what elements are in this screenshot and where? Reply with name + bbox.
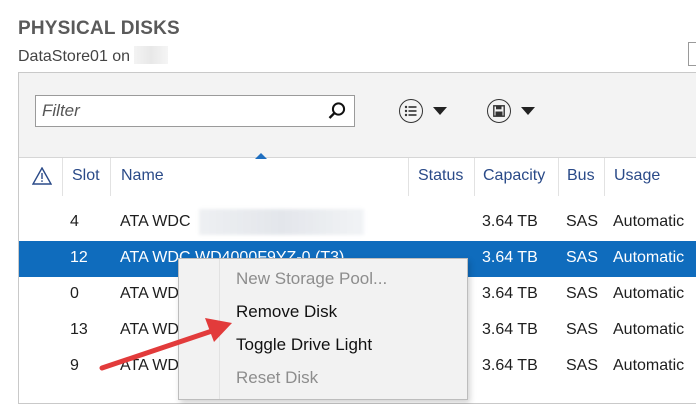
column-header-row: Slot Name Status Capacity Bus Usage: [19, 153, 696, 196]
cell-usage: Automatic: [613, 213, 685, 230]
list-view-icon: [399, 99, 423, 123]
cell-name: ATA WD: [120, 285, 179, 302]
redacted-server-name: [134, 46, 169, 64]
column-bus[interactable]: Bus: [567, 167, 595, 185]
cell-bus: SAS: [566, 213, 599, 230]
cell-capacity: 3.64 TB: [482, 321, 538, 338]
redacted-name: [199, 209, 364, 235]
column-slot[interactable]: Slot: [72, 167, 100, 185]
tasks-button[interactable]: [688, 42, 696, 66]
column-capacity[interactable]: Capacity: [483, 167, 545, 185]
chevron-down-icon: [433, 107, 447, 115]
menu-gutter: [179, 259, 220, 399]
cell-slot: 4: [70, 213, 79, 230]
cell-bus: SAS: [566, 249, 599, 266]
column-usage[interactable]: Usage: [614, 167, 660, 185]
cell-capacity: 3.64 TB: [482, 213, 538, 230]
cell-name: ATA WDC: [120, 213, 191, 230]
page-title: PHYSICAL DISKS: [18, 18, 180, 39]
column-status[interactable]: Status: [418, 167, 463, 185]
cell-name: ATA WD: [120, 321, 179, 338]
cell-capacity: 3.64 TB: [482, 285, 538, 302]
toolbar: [19, 73, 696, 157]
save-icon: [487, 99, 511, 123]
menu-item-toggle-drive-light[interactable]: Toggle Drive Light: [236, 335, 372, 355]
filter-input[interactable]: [36, 96, 322, 126]
cell-usage: Automatic: [613, 285, 685, 302]
cell-name: ATA WD: [120, 357, 179, 374]
cell-slot: 13: [70, 321, 88, 338]
table-row[interactable]: 4 ATA WDC 3.64 TB SAS Automatic: [19, 205, 696, 241]
cell-slot: 9: [70, 357, 79, 374]
context-menu: New Storage Pool... Remove Disk Toggle D…: [178, 258, 468, 400]
cell-usage: Automatic: [613, 321, 685, 338]
menu-item-reset-disk[interactable]: Reset Disk: [236, 368, 318, 388]
cell-capacity: 3.64 TB: [482, 357, 538, 374]
search-icon[interactable]: [327, 101, 347, 121]
cell-bus: SAS: [566, 321, 599, 338]
filter-box[interactable]: [35, 95, 355, 127]
warning-icon: [31, 166, 53, 185]
column-name[interactable]: Name: [121, 167, 164, 185]
save-options-button[interactable]: [487, 97, 535, 125]
page-subtitle: DataStore01 on: [18, 46, 169, 66]
column-warning[interactable]: [31, 166, 53, 190]
cell-bus: SAS: [566, 357, 599, 374]
chevron-down-icon: [521, 107, 535, 115]
cell-usage: Automatic: [613, 249, 685, 266]
cell-slot: 0: [70, 285, 79, 302]
view-options-button[interactable]: [399, 97, 447, 125]
cell-bus: SAS: [566, 285, 599, 302]
sort-ascending-icon: [255, 153, 267, 159]
cell-usage: Automatic: [613, 357, 685, 374]
menu-item-new-storage-pool[interactable]: New Storage Pool...: [236, 269, 387, 289]
cell-capacity: 3.64 TB: [482, 249, 538, 266]
subtitle-text: DataStore01 on: [18, 48, 131, 65]
cell-slot: 12: [70, 249, 88, 266]
menu-item-remove-disk[interactable]: Remove Disk: [236, 302, 337, 322]
